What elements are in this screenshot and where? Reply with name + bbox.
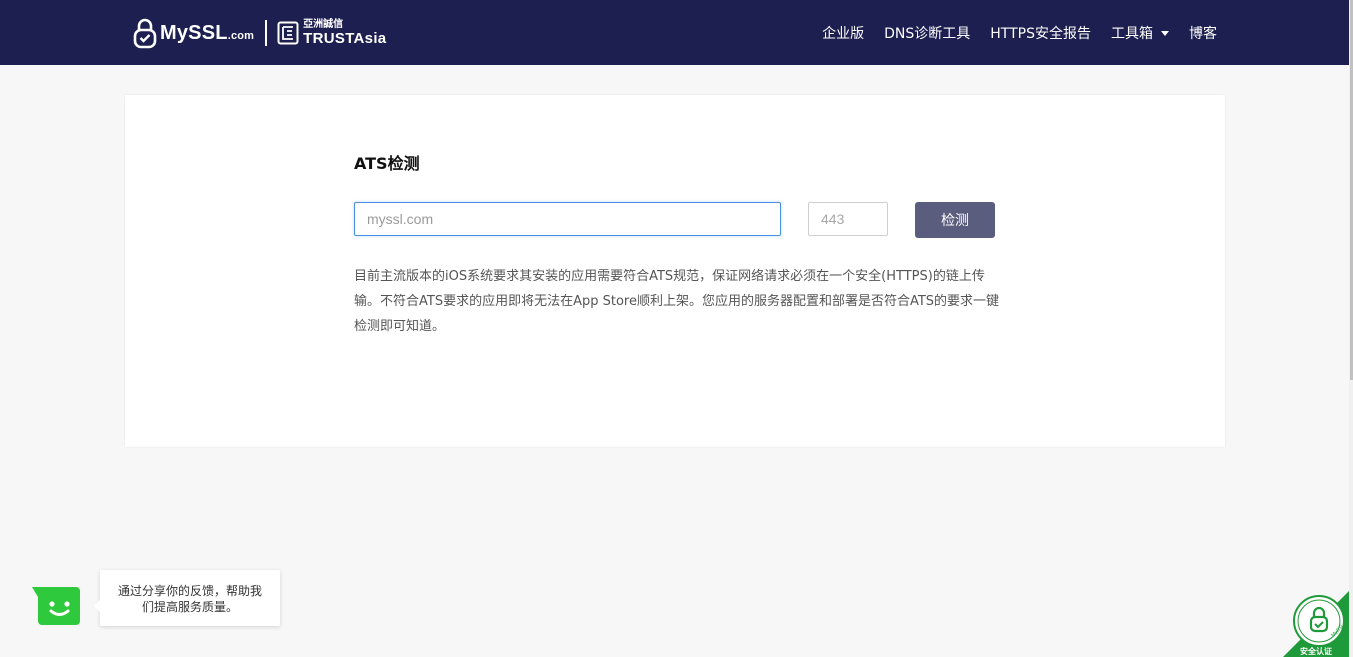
myssl-security-badge[interactable]: MySSL.com 安全认证 [1283, 591, 1349, 657]
lock-icon [133, 18, 157, 49]
domain-input[interactable] [354, 202, 781, 236]
nav-toolbox[interactable]: 工具箱 [1111, 23, 1169, 43]
ats-description: 目前主流版本的iOS系统要求其安装的应用需要符合ATS规范，保证网络请求必须在一… [354, 269, 1000, 334]
site-header: MySSL.com 亞洲誠信 TRUSTAsia 企业版 DNS诊断工具 HTT… [0, 0, 1353, 65]
partner-name: 亞洲誠信 TRUSTAsia [303, 19, 387, 47]
nav-blog[interactable]: 博客 [1189, 23, 1217, 43]
partner-name-en: TRUSTAsia [303, 30, 387, 47]
feedback-text-line1: 通过分享你的反馈，帮助我 [117, 584, 262, 598]
logo-divider [265, 20, 268, 46]
port-input[interactable] [808, 202, 888, 236]
caret-down-icon [1161, 30, 1169, 36]
nav-dns-tool[interactable]: DNS诊断工具 [884, 23, 970, 43]
page-title: ATS检测 [354, 154, 420, 173]
brand-name: MySSL.com [160, 21, 255, 44]
main-nav: 企业版 DNS诊断工具 HTTPS安全报告 工具箱 博客 [802, 22, 1217, 44]
ats-check-card: ATS检测 检测 目前主流版本的iOS系统要求其安装的应用需要符合ATS规范，保… [125, 95, 1225, 447]
feedback-text-line2: 们提高服务质量。 [141, 600, 238, 614]
page-scrollbar[interactable] [1349, 0, 1353, 657]
site-logo[interactable]: MySSL.com 亞洲誠信 TRUSTAsia [133, 16, 386, 50]
nav-https-report[interactable]: HTTPS安全报告 [990, 23, 1091, 43]
nav-enterprise[interactable]: 企业版 [822, 23, 864, 43]
feedback-tooltip[interactable]: 通过分享你的反馈，帮助我 们提高服务质量。 [94, 570, 280, 626]
trustasia-logo-icon [277, 21, 299, 45]
check-button[interactable]: 检测 [915, 202, 995, 238]
badge-label: 安全认证 [1300, 646, 1332, 656]
feedback-smiley-icon[interactable] [30, 587, 82, 625]
partner-name-cn: 亞洲誠信 [303, 19, 344, 30]
